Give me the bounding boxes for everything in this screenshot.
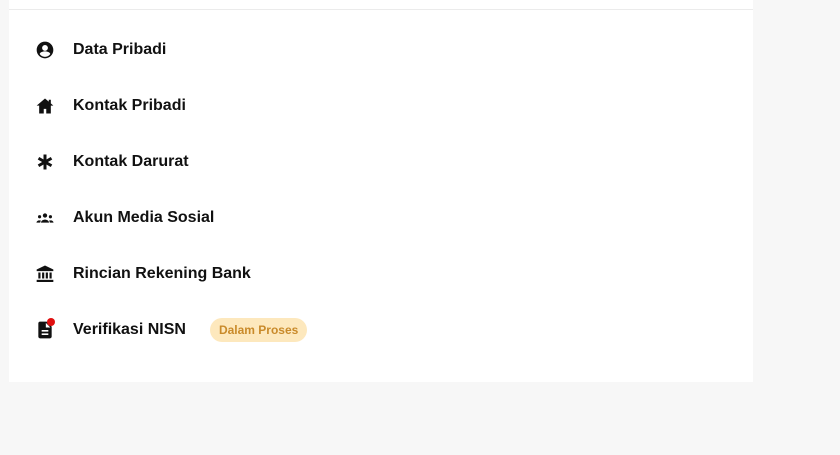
menu-item-kontak-pribadi[interactable]: Kontak Pribadi	[9, 78, 753, 134]
top-divider	[9, 9, 753, 10]
people-group-icon	[35, 208, 55, 228]
profile-menu-panel: Data Pribadi Kontak Pribadi Kontak Darur…	[9, 0, 753, 382]
bank-icon	[35, 264, 55, 284]
notification-dot	[47, 318, 55, 326]
asterisk-icon	[35, 152, 55, 172]
home-icon	[35, 96, 55, 116]
status-badge: Dalam Proses	[209, 318, 308, 342]
menu-item-rincian-rekening-bank[interactable]: Rincian Rekening Bank	[9, 246, 753, 302]
profile-menu-list: Data Pribadi Kontak Pribadi Kontak Darur…	[9, 22, 753, 358]
menu-label: Rincian Rekening Bank	[73, 265, 251, 282]
menu-label: Akun Media Sosial	[73, 209, 215, 226]
menu-item-verifikasi-nisn[interactable]: Verifikasi NISN Dalam Proses	[9, 302, 753, 358]
menu-item-data-pribadi[interactable]: Data Pribadi	[9, 22, 753, 78]
menu-item-kontak-darurat[interactable]: Kontak Darurat	[9, 134, 753, 190]
document-icon	[35, 318, 55, 340]
menu-item-akun-media-sosial[interactable]: Akun Media Sosial	[9, 190, 753, 246]
account-circle-icon	[35, 40, 55, 60]
menu-label: Data Pribadi	[73, 41, 167, 58]
menu-label: Kontak Darurat	[73, 153, 189, 170]
menu-label: Verifikasi NISN	[73, 321, 186, 338]
menu-label: Kontak Pribadi	[73, 97, 186, 114]
